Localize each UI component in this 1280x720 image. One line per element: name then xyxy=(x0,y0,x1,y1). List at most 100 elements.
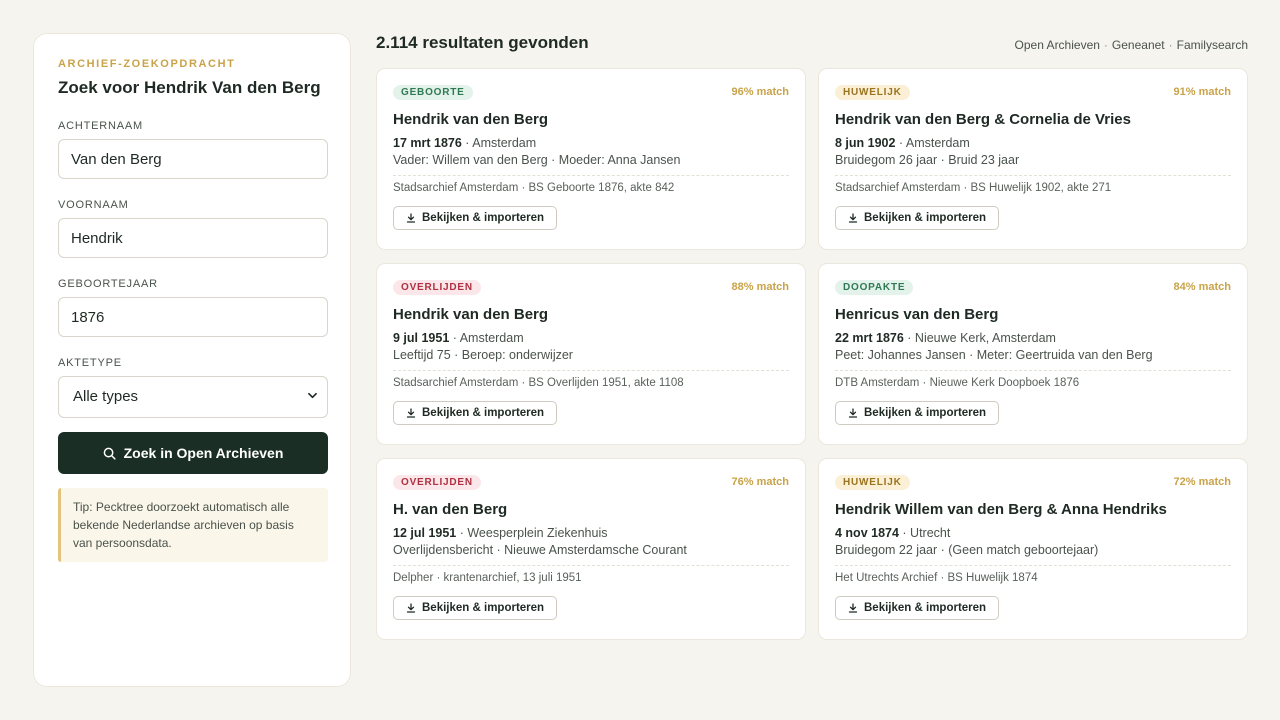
divider xyxy=(835,565,1231,566)
result-card: HUWELIJK 91% match Hendrik van den Berg … xyxy=(818,68,1248,250)
source-open-archieven: Open Archieven xyxy=(1014,38,1100,52)
view-import-button[interactable]: Bekijken & importeren xyxy=(835,401,1000,425)
record-type-badge: DOOPAKTE xyxy=(835,279,914,295)
event-place: · Amsterdam xyxy=(895,136,970,150)
person-name: Hendrik van den Berg xyxy=(393,111,549,128)
download-icon xyxy=(406,213,416,223)
view-import-button[interactable]: Bekijken & importeren xyxy=(835,206,1000,230)
source-familysearch: Familysearch xyxy=(1176,38,1248,52)
search-button-label: Zoek in Open Archieven xyxy=(123,445,284,461)
result-card: OVERLIJDEN 76% match H. van den Berg 12 … xyxy=(376,458,806,640)
view-import-button[interactable]: Bekijken & importeren xyxy=(393,401,558,425)
surname-label: ACHTERNAAM xyxy=(58,120,144,132)
source-geneanet: Geneanet xyxy=(1111,38,1165,52)
event-date-place: 12 jul 1951 · Weesperplein Ziekenhuis xyxy=(393,526,789,540)
panel-title: Zoek voor Hendrik Van den Berg xyxy=(58,78,321,97)
download-icon xyxy=(406,603,416,613)
event-date-place: 8 jun 1902 · Amsterdam xyxy=(835,136,1231,150)
divider xyxy=(835,370,1231,371)
source-list: Open Archieven · Geneanet · Familysearch xyxy=(1015,38,1248,52)
view-import-label: Bekijken & importeren xyxy=(864,212,987,224)
record-source: Delpher · krantenarchief, 13 juli 1951 xyxy=(393,572,582,584)
event-place: · Nieuwe Kerk, Amsterdam xyxy=(903,331,1056,345)
download-icon xyxy=(406,408,416,418)
record-source: Stadsarchief Amsterdam · BS Huwelijk 190… xyxy=(835,182,1112,194)
divider xyxy=(393,175,789,176)
person-name: Hendrik Willem van den Berg & Anna Hendr… xyxy=(835,501,1167,518)
record-type-badge: GEBOORTE xyxy=(393,84,473,100)
record-type-label: AKTETYPE xyxy=(58,357,122,369)
view-import-label: Bekijken & importeren xyxy=(422,602,545,614)
record-details: Vader: Willem van den Berg · Moeder: Ann… xyxy=(393,153,681,167)
view-import-label: Bekijken & importeren xyxy=(864,407,987,419)
view-import-button[interactable]: Bekijken & importeren xyxy=(835,596,1000,620)
birthyear-input[interactable] xyxy=(58,297,328,337)
person-name: Hendrik van den Berg xyxy=(393,306,549,323)
event-date: 22 mrt 1876 xyxy=(835,331,904,345)
divider xyxy=(835,175,1231,176)
event-place: · Amsterdam xyxy=(449,331,524,345)
result-card: DOOPAKTE 84% match Henricus van den Berg… xyxy=(818,263,1248,445)
divider xyxy=(393,565,789,566)
event-place: · Weesperplein Ziekenhuis xyxy=(456,526,608,540)
record-details: Leeftijd 75 · Beroep: onderwijzer xyxy=(393,348,573,362)
birthyear-label: GEBOORTEJAAR xyxy=(58,278,158,290)
record-details: Bruidegom 22 jaar · (Geen match geboorte… xyxy=(835,543,1099,557)
event-date: 17 mrt 1876 xyxy=(393,136,462,150)
result-card: OVERLIJDEN 88% match Hendrik van den Ber… xyxy=(376,263,806,445)
results-header: 2.114 resultaten gevonden Open Archieven… xyxy=(376,33,1248,57)
event-date-place: 22 mrt 1876 · Nieuwe Kerk, Amsterdam xyxy=(835,331,1231,345)
record-source: DTB Amsterdam · Nieuwe Kerk Doopboek 187… xyxy=(835,377,1080,389)
view-import-button[interactable]: Bekijken & importeren xyxy=(393,206,558,230)
match-score: 72% match xyxy=(1173,476,1231,488)
record-type-select[interactable]: Alle types xyxy=(58,376,328,418)
record-source: Het Utrechts Archief · BS Huwelijk 1874 xyxy=(835,572,1038,584)
source-separator: · xyxy=(1103,38,1108,52)
download-icon xyxy=(848,603,858,613)
record-type-value: Alle types xyxy=(73,388,139,405)
person-name: H. van den Berg xyxy=(393,501,508,518)
view-import-label: Bekijken & importeren xyxy=(422,212,545,224)
record-details: Bruidegom 26 jaar · Bruid 23 jaar xyxy=(835,153,1020,167)
firstname-label: VOORNAAM xyxy=(58,199,129,211)
panel-eyebrow: ARCHIEF-ZOEKOPDRACHT xyxy=(58,58,236,70)
result-card: HUWELIJK 72% match Hendrik Willem van de… xyxy=(818,458,1248,640)
event-date: 4 nov 1874 xyxy=(835,526,899,540)
result-card: GEBOORTE 96% match Hendrik van den Berg … xyxy=(376,68,806,250)
record-type-badge: HUWELIJK xyxy=(835,474,910,490)
tip-box: Tip: Pecktree doorzoekt automatisch alle… xyxy=(58,488,328,562)
search-archives-button[interactable]: Zoek in Open Archieven xyxy=(58,432,328,474)
view-import-button[interactable]: Bekijken & importeren xyxy=(393,596,558,620)
event-date-place: 9 jul 1951 · Amsterdam xyxy=(393,331,789,345)
match-score: 91% match xyxy=(1173,86,1231,98)
download-icon xyxy=(848,408,858,418)
view-import-label: Bekijken & importeren xyxy=(422,407,545,419)
firstname-input[interactable] xyxy=(58,218,328,258)
event-date: 12 jul 1951 xyxy=(393,526,457,540)
divider xyxy=(393,370,789,371)
match-score: 84% match xyxy=(1173,281,1231,293)
person-name: Hendrik van den Berg & Cornelia de Vries xyxy=(835,111,1131,128)
record-type-badge: OVERLIJDEN xyxy=(393,474,481,490)
event-date: 9 jul 1951 xyxy=(393,331,450,345)
download-icon xyxy=(848,213,858,223)
record-source: Stadsarchief Amsterdam · BS Overlijden 1… xyxy=(393,377,684,389)
results-grid: GEBOORTE 96% match Hendrik van den Berg … xyxy=(376,68,1248,640)
event-date-place: 4 nov 1874 · Utrecht xyxy=(835,526,1231,540)
record-details: Peet: Johannes Jansen · Meter: Geertruid… xyxy=(835,348,1153,362)
view-import-label: Bekijken & importeren xyxy=(864,602,987,614)
search-panel: ARCHIEF-ZOEKOPDRACHT Zoek voor Hendrik V… xyxy=(33,33,351,687)
event-place: · Amsterdam xyxy=(461,136,537,150)
record-details: Overlijdensbericht · Nieuwe Amsterdamsch… xyxy=(393,543,687,557)
chevron-down-icon xyxy=(308,392,317,399)
match-score: 88% match xyxy=(731,281,789,293)
source-separator: · xyxy=(1168,38,1173,52)
surname-input[interactable] xyxy=(58,139,328,179)
record-type-badge: OVERLIJDEN xyxy=(393,279,481,295)
match-score: 96% match xyxy=(731,86,789,98)
event-date-place: 17 mrt 1876 · Amsterdam xyxy=(393,136,789,150)
person-name: Henricus van den Berg xyxy=(835,306,999,323)
search-icon xyxy=(103,447,116,460)
record-source: Stadsarchief Amsterdam · BS Geboorte 187… xyxy=(393,182,675,194)
event-place: · Utrecht xyxy=(898,526,951,540)
